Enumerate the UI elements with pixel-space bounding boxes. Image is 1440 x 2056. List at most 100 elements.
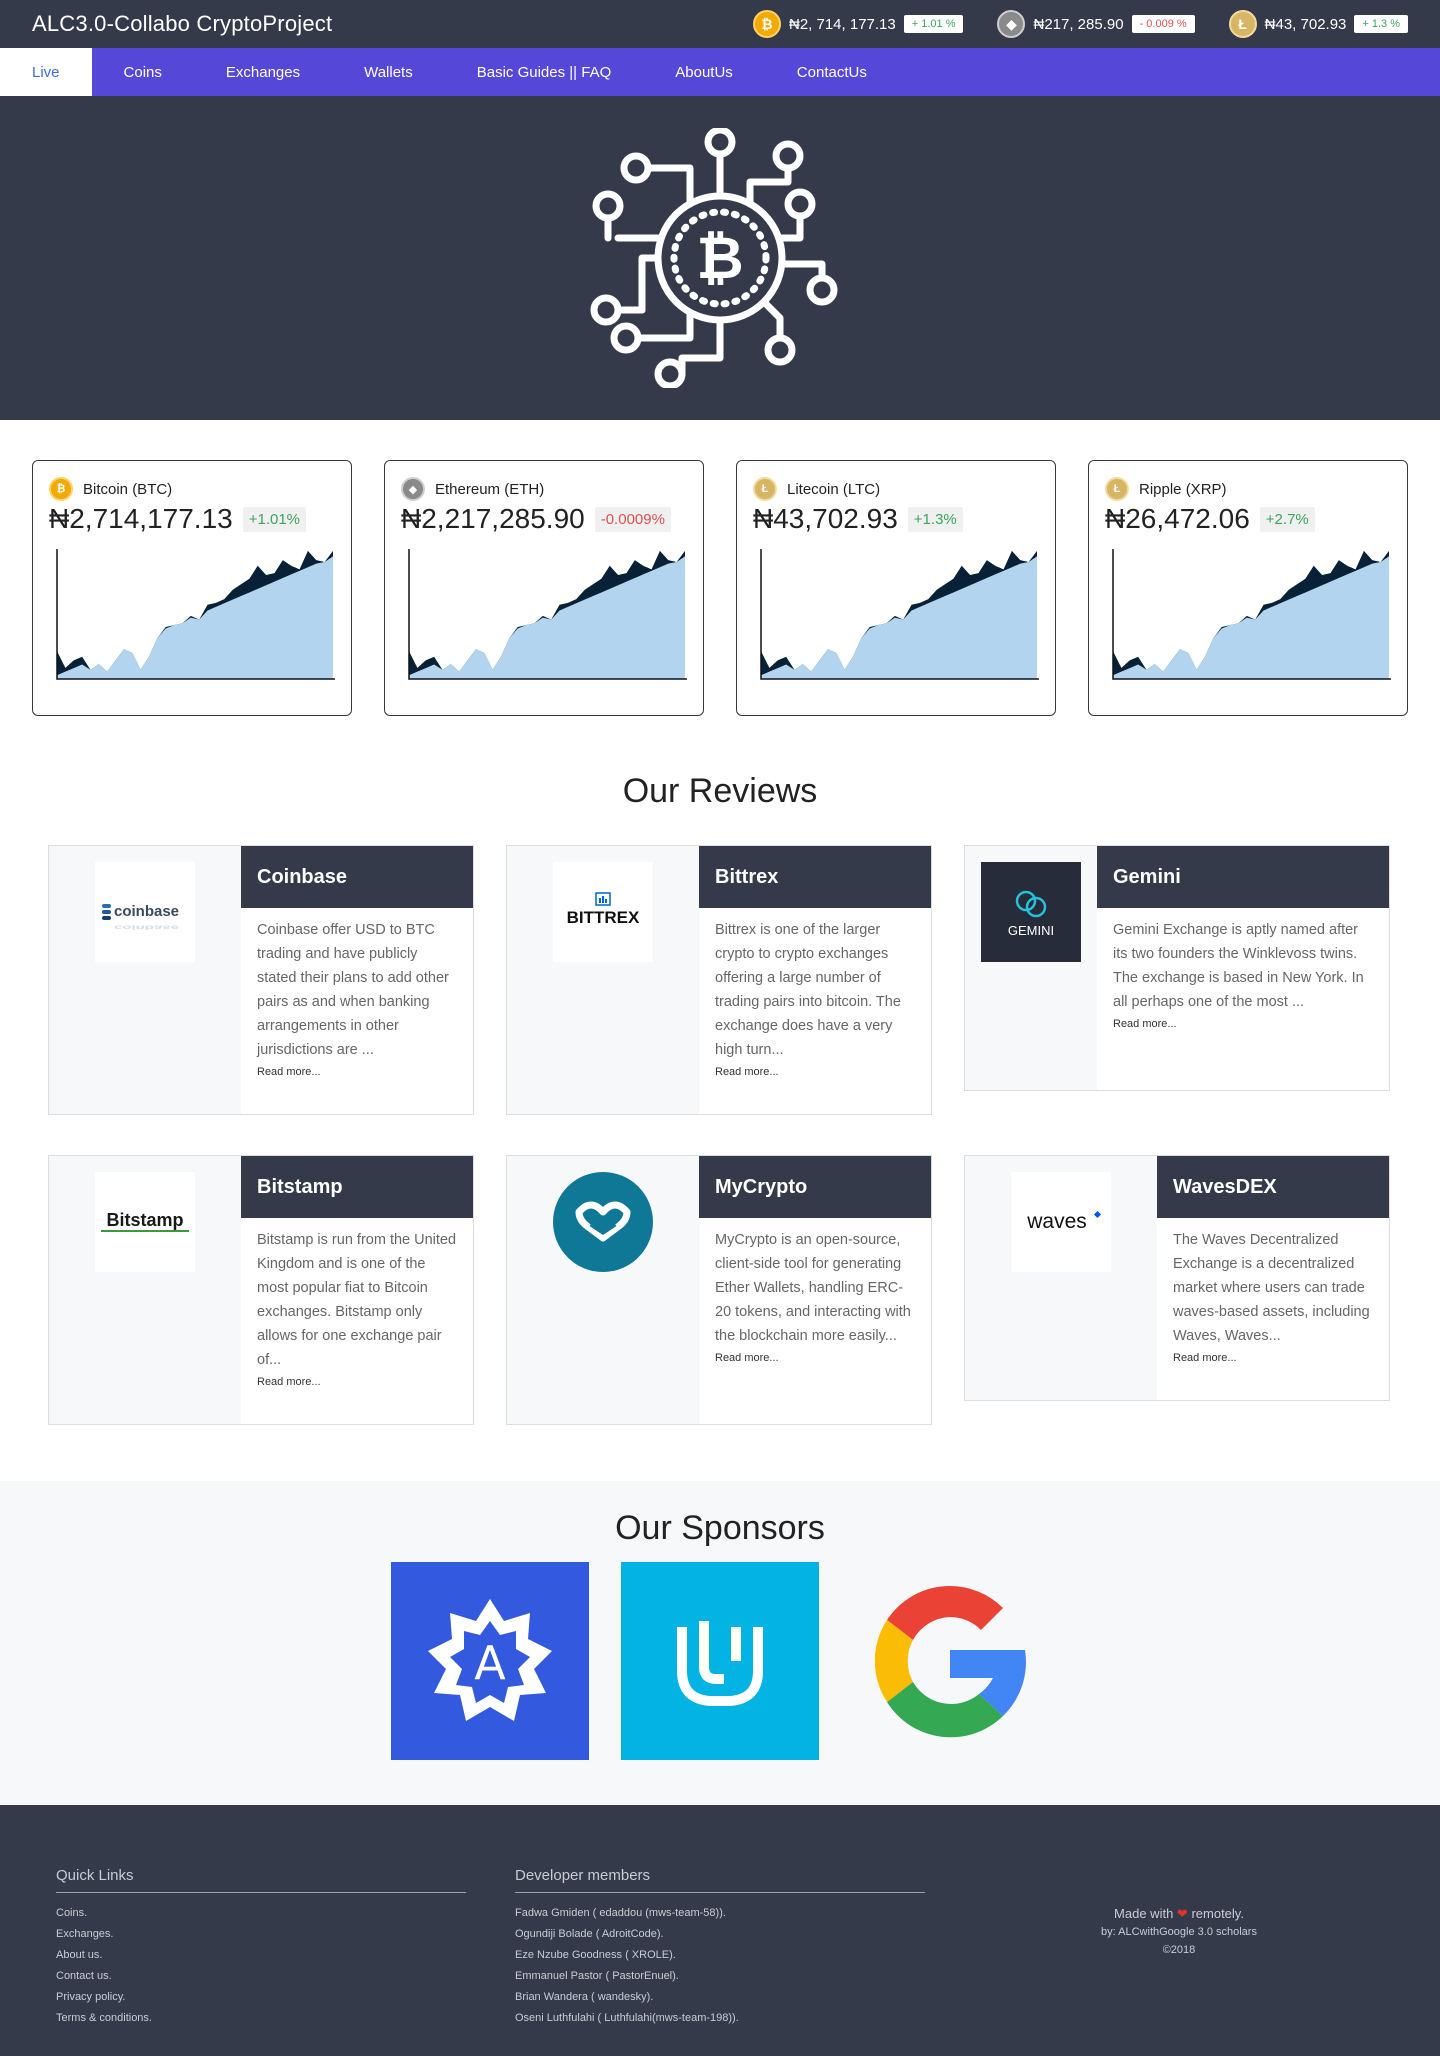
price-cards: ₿ Bitcoin (BTC) ₦2,714,177.13 +1.01% ◆ Ethe…	[0, 420, 1440, 716]
nav-live[interactable]: Live	[0, 48, 92, 96]
footer-link-coins[interactable]: Coins.	[56, 1907, 87, 1919]
ticker-eth: ◆ ₦217, 285.90 - 0.009 %	[997, 10, 1195, 38]
coinbase-logo-text: coinbase	[114, 903, 179, 920]
read-more-link[interactable]: Read more...	[699, 1062, 931, 1094]
ticker-change: + 1.3 %	[1354, 15, 1408, 33]
footer-link-terms[interactable]: Terms & conditions.	[56, 2012, 152, 2024]
credit-by: by: ALCwithGoogle 3.0 scholars	[1101, 1926, 1257, 1938]
coin-change: +1.01%	[242, 506, 307, 532]
coin-change: +1.3%	[907, 506, 963, 532]
coin-price: ₦2,714,177.13	[49, 503, 233, 534]
ethereum-icon: ◆	[997, 10, 1026, 38]
gemini-logo-text: GEMINI	[1008, 923, 1054, 938]
developer-members: Developer members Fadwa Gmiden ( edaddou…	[515, 1867, 925, 2056]
developer-link[interactable]: Fadwa Gmiden ( edaddou (mws-team-58)).	[515, 1907, 726, 1919]
nav-exchanges[interactable]: Exchanges	[194, 48, 332, 96]
coinbase-logo-reflection: coinbase	[114, 924, 180, 932]
review-text: Bitstamp is run from the United Kingdom …	[257, 1232, 457, 1368]
price-card-ltc[interactable]: Ł Litecoin (LTC) ₦43,702.93 +1.3%	[736, 460, 1056, 716]
footer-link-contact[interactable]: Contact us.	[56, 1970, 112, 1982]
coinbase-logo: coinbase coinbase	[95, 862, 195, 962]
ticker-price: ₦2, 714, 177.13	[788, 15, 896, 33]
review-card-bitstamp: Bitstamp Bitstamp Bitstamp is run from t…	[48, 1155, 474, 1425]
review-title: Bitstamp	[241, 1156, 473, 1218]
bittrex-logo: BITTREX	[553, 862, 653, 962]
made-remotely-text: remotely.	[1191, 1906, 1244, 1921]
developer-link[interactable]: Brian Wandera ( wandesky).	[515, 1991, 653, 2003]
developer-link[interactable]: Oseni Luthfulahi ( Luthfulahi(mws-team-1…	[515, 2012, 739, 2024]
footer-link-privacy[interactable]: Privacy policy.	[56, 1991, 125, 2003]
reviews-title: Our Reviews	[622, 772, 818, 810]
andela-logo[interactable]: A	[391, 1562, 589, 1760]
coin-change: -0.0009%	[594, 506, 671, 532]
bitstamp-logo-text: Bitstamp	[106, 1210, 183, 1230]
developer-link[interactable]: Ogundiji Bolade ( AdroitCode).	[515, 1928, 664, 1940]
review-text: Gemini Exchange is aptly named after its…	[1113, 922, 1364, 1010]
coin-price: ₦43,702.93	[753, 503, 898, 534]
price-card-xrp[interactable]: Ł Ripple (XRP) ₦26,472.06 +2.7%	[1088, 460, 1408, 716]
nav-about-us[interactable]: AboutUs	[643, 48, 765, 96]
ticker-change: - 0.009 %	[1131, 15, 1195, 33]
bittrex-logo-text: BITTREX	[567, 908, 640, 927]
footer: Quick Links Coins. Exchanges. About us. …	[0, 1805, 1440, 2056]
coin-price: ₦2,217,285.90	[401, 503, 585, 534]
review-card-coinbase: coinbase coinbase Coinbase Coinbase offer…	[48, 845, 474, 1115]
ticker-btc: ₿ ₦2, 714, 177.13 + 1.01 %	[752, 10, 964, 38]
coin-name: Ethereum (ETH)	[435, 480, 545, 498]
waves-logo-text: waves	[1026, 1210, 1087, 1233]
sponsors-title: Our Sponsors	[615, 1509, 825, 1547]
review-title: Coinbase	[241, 846, 473, 908]
nav-coins[interactable]: Coins	[92, 48, 194, 96]
quick-links-title: Quick Links	[56, 1867, 466, 1893]
andela-letter: A	[474, 1636, 506, 1690]
udacity-logo[interactable]	[621, 1562, 819, 1760]
ticker-ltc: Ł ₦43, 702.93 + 1.3 %	[1228, 10, 1408, 38]
litecoin-icon: Ł	[753, 477, 777, 501]
reviews-section: Our Reviews coinbase coinbase Coinbase Co…	[0, 716, 1440, 1425]
svg-text:₿: ₿	[696, 224, 743, 292]
made-with-text: Made with	[1114, 1906, 1174, 1921]
price-chart	[56, 549, 335, 680]
read-more-link[interactable]: Read more...	[699, 1348, 931, 1380]
price-ticker: ₿ ₦2, 714, 177.13 + 1.01 % ◆ ₦217, 285.9…	[752, 10, 1408, 38]
copyright: ©2018	[1162, 1944, 1196, 1956]
read-more-link[interactable]: Read more...	[1157, 1348, 1389, 1380]
read-more-link[interactable]: Read more...	[241, 1062, 473, 1094]
ticker-change: + 1.01 %	[903, 15, 964, 33]
google-logo[interactable]	[851, 1562, 1049, 1760]
review-text: Coinbase offer USD to BTC trading and ha…	[257, 922, 449, 1058]
litecoin-icon: Ł	[1228, 10, 1257, 38]
developer-link[interactable]: Eze Nzube Goodness ( XROLE).	[515, 1949, 676, 1961]
review-card-wavesdex: waves WavesDEX The Waves Decentralized E…	[964, 1155, 1390, 1401]
bitstamp-logo: Bitstamp	[95, 1172, 195, 1272]
review-card-gemini: GEMINI Gemini Gemini Exchange is aptly n…	[964, 845, 1390, 1091]
heart-icon: ❤	[1176, 1906, 1188, 1921]
developer-link[interactable]: Emmanuel Pastor ( PastorEnuel).	[515, 1970, 679, 1982]
read-more-link[interactable]: Read more...	[1097, 1014, 1389, 1046]
footer-link-exchanges[interactable]: Exchanges.	[56, 1928, 113, 1940]
review-text: Bittrex is one of the larger crypto to c…	[715, 922, 901, 1058]
bitcoin-circuit-icon: ₿	[590, 128, 838, 388]
top-bar: ALC3.0-Collabo CryptoProject ₿ ₦2, 714, …	[0, 0, 1440, 48]
review-title: WavesDEX	[1157, 1156, 1389, 1218]
footer-link-about[interactable]: About us.	[56, 1949, 102, 1961]
app-title[interactable]: ALC3.0-Collabo CryptoProject	[32, 11, 753, 37]
hero-banner: ₿	[0, 96, 1440, 420]
review-card-mycrypto: MyCrypto MyCrypto is an open-source, cli…	[506, 1155, 932, 1425]
bitcoin-icon: ₿	[752, 10, 781, 38]
price-card-eth[interactable]: ◆ Ethereum (ETH) ₦2,217,285.90 -0.0009%	[384, 460, 704, 716]
price-card-btc[interactable]: ₿ Bitcoin (BTC) ₦2,714,177.13 +1.01%	[32, 460, 352, 716]
nav-contact-us[interactable]: ContactUs	[765, 48, 899, 96]
review-text: MyCrypto is an open-source, client-side …	[715, 1232, 911, 1344]
coin-name: Bitcoin (BTC)	[83, 480, 173, 498]
nav-wallets[interactable]: Wallets	[332, 48, 445, 96]
coin-change: +2.7%	[1259, 506, 1315, 532]
gemini-logo: GEMINI	[981, 862, 1081, 962]
developers-title: Developer members	[515, 1867, 925, 1893]
nav-basic-guides-faq[interactable]: Basic Guides || FAQ	[445, 48, 644, 96]
ticker-price: ₦43, 702.93	[1264, 15, 1347, 33]
bitcoin-icon: ₿	[49, 477, 73, 501]
read-more-link[interactable]: Read more...	[241, 1372, 473, 1404]
waves-logo: waves	[1011, 1172, 1111, 1272]
review-title: Gemini	[1097, 846, 1389, 908]
